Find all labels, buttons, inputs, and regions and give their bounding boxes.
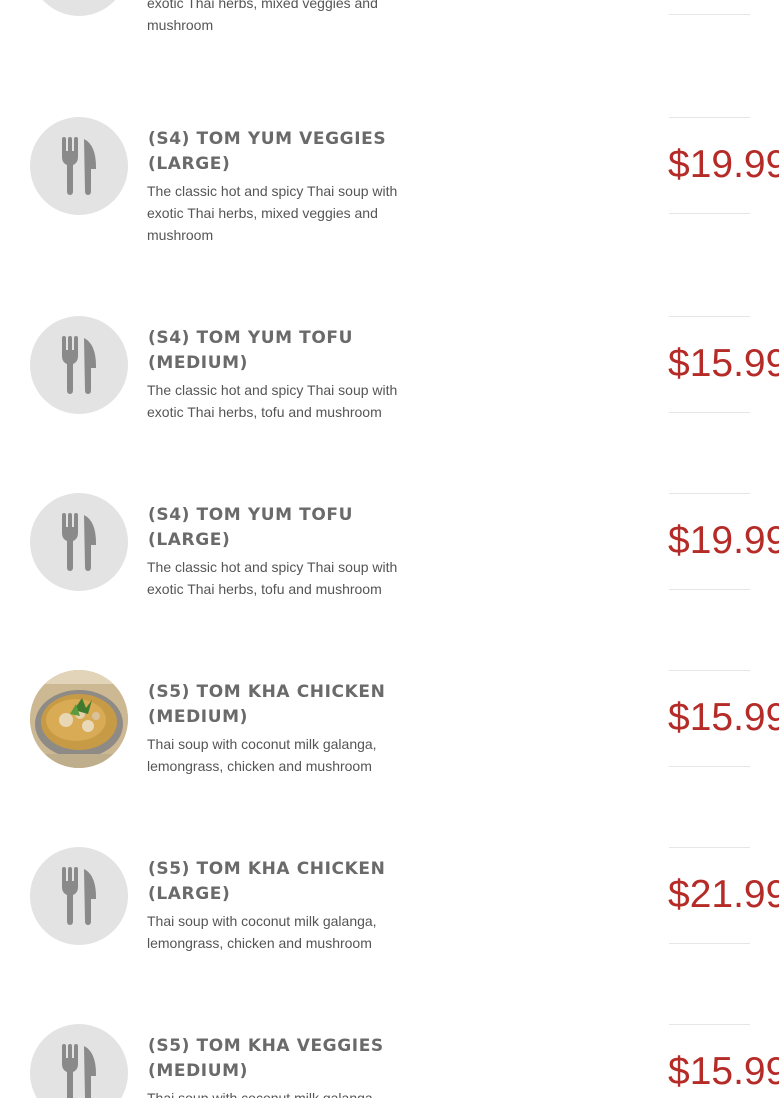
price-box [669,0,779,15]
item-name[interactable]: (S4) TOM YUM TOFU (MEDIUM) [148,326,408,376]
price-divider [669,316,750,317]
item-image [30,1024,128,1098]
price-divider [669,14,750,15]
price-divider [669,493,750,494]
cutlery-icon [62,137,96,195]
menu-item[interactable]: (S4) TOM YUM TOFU (MEDIUM) The classic h… [0,316,779,476]
menu-item[interactable]: (S4) TOM YUM TOFU (LARGE) The classic ho… [0,493,779,653]
item-description: The classic hot and spicy Thai soup with… [147,183,398,243]
item-price: $15.99 [668,696,779,739]
price-divider [669,766,750,767]
item-image [30,847,128,945]
cutlery-icon [62,513,96,571]
item-description: Thai soup with coconut milk galanga, lem… [147,913,377,951]
price-divider [669,1024,750,1025]
item-image [30,316,128,414]
price-divider [669,943,750,944]
cutlery-icon [62,336,96,394]
price-box: $19.99 [668,117,779,214]
item-name[interactable]: (S4) TOM YUM VEGGIES (LARGE) [148,127,408,177]
price-box: $21.99 [668,847,779,944]
item-price: $15.99 [668,342,779,385]
cutlery-icon [62,867,96,925]
menu-item[interactable]: (S5) TOM KHA VEGGIES (MEDIUM) Thai soup … [0,1024,779,1098]
item-name[interactable]: (S5) TOM KHA VEGGIES (MEDIUM) [148,1034,408,1084]
soup-photo [30,670,128,768]
cutlery-icon [62,1044,96,1098]
menu-item[interactable]: (S4) TOM YUM VEGGIES (LARGE) The classic… [0,117,779,277]
item-description: The classic hot and spicy Thai soup with… [147,559,398,597]
price-box: $15.99 [668,670,779,767]
menu-item[interactable]: (S5) TOM KHA CHICKEN (LARGE) Thai soup w… [0,847,779,1007]
price-divider [669,213,750,214]
item-price: $19.99 [668,143,779,186]
item-price: $15.99 [668,1050,779,1093]
item-price: $19.99 [668,519,779,562]
price-divider [669,847,750,848]
price-divider [669,412,750,413]
item-image [30,117,128,215]
item-image [30,0,128,16]
menu-item[interactable]: (S5) TOM KHA CHICKEN (MEDIUM) Thai soup … [0,670,779,830]
price-box: $19.99 [668,493,779,590]
item-name[interactable]: (S4) TOM YUM TOFU (LARGE) [148,503,408,553]
price-box: $15.99 [668,316,779,413]
item-name[interactable]: (S5) TOM KHA CHICKEN (MEDIUM) [148,680,408,730]
price-box: $15.99 [668,1024,779,1098]
item-image [30,670,128,768]
item-description: exotic Thai herbs, mixed veggies and mus… [147,0,378,33]
item-description: The classic hot and spicy Thai soup with… [147,382,398,420]
item-price: $21.99 [668,873,779,916]
price-divider [669,589,750,590]
item-image [30,493,128,591]
price-divider [669,117,750,118]
menu-item[interactable]: exotic Thai herbs, mixed veggies and mus… [0,0,779,78]
item-description: Thai soup with coconut milk galanga, lem… [147,736,377,774]
item-description: Thai soup with coconut milk galanga, [147,1090,377,1098]
item-name[interactable]: (S5) TOM KHA CHICKEN (LARGE) [148,857,408,907]
price-divider [669,670,750,671]
